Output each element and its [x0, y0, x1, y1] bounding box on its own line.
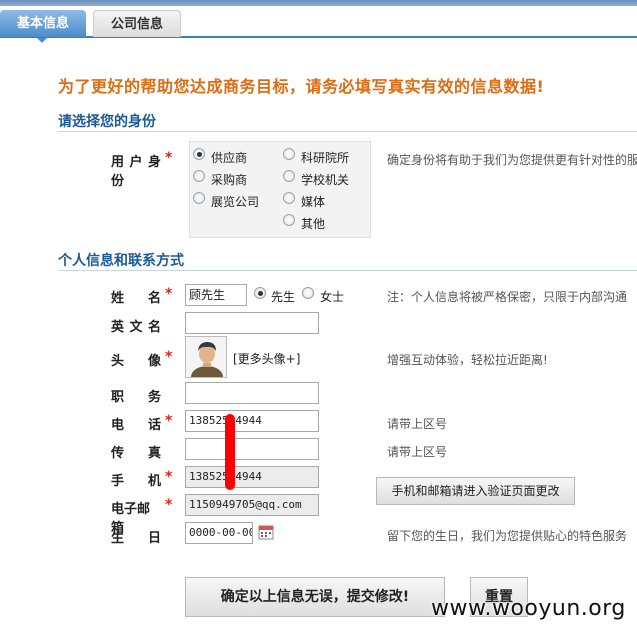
avatar-note: 增强互动体验，轻松拉近距离! — [387, 353, 548, 367]
required-mark: * — [165, 413, 173, 429]
email-input: 1150949705@qq.com — [185, 494, 319, 516]
submit-button[interactable]: 确定以上信息无误，提交修改! — [185, 577, 445, 617]
phone-note: 请带上区号 — [387, 417, 448, 431]
english-name-label: 英文名 — [111, 320, 161, 335]
radio-school-agency-label: 学校机关 — [301, 173, 350, 187]
fax-label: 传 真 — [111, 446, 161, 461]
tab-basic-info[interactable]: 基本信息 — [0, 10, 86, 43]
radio-school-agency[interactable] — [283, 170, 295, 182]
required-mark: * — [165, 497, 173, 513]
name-label: 姓 名 — [111, 291, 161, 306]
phone-label: 电 话 — [111, 418, 161, 433]
required-mark: * — [165, 286, 173, 302]
more-avatars-link[interactable]: [更多头像+] — [233, 350, 300, 367]
radio-buyer[interactable] — [193, 170, 205, 182]
radio-exhibition-company[interactable] — [193, 192, 205, 204]
calendar-icon[interactable] — [258, 524, 274, 540]
position-label: 职 务 — [111, 390, 161, 405]
tab-company-info-label: 公司信息 — [110, 17, 163, 32]
tab-bar: 基本信息 公司信息 — [0, 6, 637, 43]
required-mark: * — [165, 349, 173, 365]
redaction-mark — [225, 414, 235, 490]
active-tab-caret — [37, 38, 47, 43]
notice-text: 为了更好的帮助您达成商务目标，请务必填写真实有效的信息数据! — [58, 77, 545, 96]
avatar-label: 头 像 — [111, 354, 161, 369]
verify-page-button[interactable]: 手机和邮箱请进入验证页面更改 — [376, 477, 575, 505]
radio-buyer-label: 采购商 — [211, 173, 248, 187]
radio-gender-male[interactable] — [254, 287, 266, 299]
fax-input[interactable] — [185, 438, 319, 460]
radio-media[interactable] — [283, 192, 295, 204]
fax-note: 请带上区号 — [387, 445, 448, 459]
radio-exhibition-company-label: 展览公司 — [211, 195, 260, 209]
radio-other-label: 其他 — [301, 217, 326, 231]
radio-media-label: 媒体 — [301, 195, 326, 209]
watermark-text: www.wooyun.org — [431, 596, 626, 621]
name-input[interactable]: 顾先生 — [185, 284, 247, 306]
radio-gender-male-label: 先生 — [271, 290, 296, 304]
birthday-input[interactable]: 0000-00-00 — [185, 522, 253, 544]
tab-company-info[interactable]: 公司信息 — [93, 10, 181, 37]
radio-gender-female-label: 女士 — [320, 290, 345, 304]
radio-other[interactable] — [283, 214, 295, 226]
required-mark: * — [165, 150, 173, 166]
radio-gender-female[interactable] — [302, 287, 314, 299]
radio-supplier[interactable] — [193, 148, 205, 160]
phone-input[interactable]: 13852594944 — [185, 410, 319, 432]
mobile-input: 13852594944 — [185, 466, 319, 488]
birthday-label: 生 日 — [111, 531, 161, 546]
privacy-note: 注：个人信息将被严格保密，只限于内部沟通 — [387, 290, 628, 304]
user-identity-label: 用户身份 — [111, 155, 161, 189]
identity-section-title: 请选择您的身份 — [58, 114, 156, 130]
identity-section-divider — [58, 131, 637, 132]
tab-basic-info-label: 基本信息 — [16, 16, 69, 31]
required-mark: * — [165, 469, 173, 485]
radio-research-institute[interactable] — [283, 148, 295, 160]
mobile-label: 手 机 — [111, 474, 161, 489]
radio-supplier-label: 供应商 — [211, 151, 248, 165]
avatar-image[interactable] — [185, 336, 227, 378]
radio-research-institute-label: 科研院所 — [301, 151, 350, 165]
birthday-note: 留下您的生日，我们为您提供贴心的特色服务 — [387, 529, 628, 543]
identity-note: 确定身份将有助于我们为您提供更有针对性的服 — [387, 153, 637, 167]
contact-section-title: 个人信息和联系方式 — [58, 253, 184, 269]
position-input[interactable] — [185, 382, 319, 404]
contact-section-divider — [58, 270, 637, 271]
english-name-input[interactable] — [185, 312, 319, 334]
